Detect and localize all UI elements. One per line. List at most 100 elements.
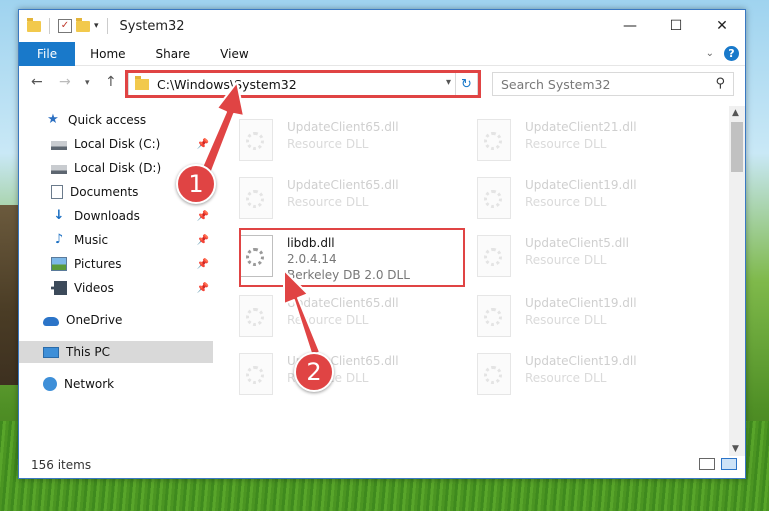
dll-file-icon — [239, 235, 273, 277]
sidebar-item-label: Pictures — [74, 257, 122, 271]
file-name: UpdateClient19.dll — [525, 354, 637, 368]
file-name: UpdateClient21.dll — [525, 120, 637, 134]
back-arrow-icon[interactable]: ← — [31, 74, 43, 90]
file-item[interactable]: UpdateClient65.dll Resource DLL — [233, 348, 458, 400]
pin-icon[interactable]: 📌 — [197, 235, 209, 246]
new-folder-icon[interactable] — [76, 17, 90, 32]
file-description: Resource DLL — [525, 371, 607, 385]
tab-file[interactable]: File — [19, 41, 76, 66]
sidebar-item-downloads[interactable]: ↓ Downloads 📌 — [19, 205, 213, 227]
dll-file-icon — [477, 177, 511, 219]
step-marker-2: 2 — [294, 352, 334, 392]
star-icon: ★ — [47, 112, 59, 127]
forward-arrow-icon[interactable]: → — [59, 74, 71, 90]
file-item[interactable]: UpdateClient65.dll Resource DLL — [233, 290, 458, 342]
sidebar-item-label: Network — [64, 377, 115, 391]
file-item[interactable]: UpdateClient65.dll Resource DLL — [233, 172, 458, 224]
file-item[interactable]: UpdateClient21.dll Resource DLL — [471, 114, 696, 166]
ribbon-right: ⌄ ? — [706, 46, 739, 61]
file-item[interactable]: UpdateClient65.dll Resource DLL — [233, 114, 458, 166]
file-item[interactable]: UpdateClient19.dll Resource DLL — [471, 348, 696, 400]
file-item[interactable]: UpdateClient19.dll Resource DLL — [471, 290, 696, 342]
refresh-icon[interactable]: ↻ — [455, 73, 477, 95]
scroll-up-icon[interactable]: ▲ — [732, 108, 739, 118]
search-icon[interactable]: ⚲ — [715, 76, 725, 91]
tab-share[interactable]: Share — [141, 47, 206, 61]
sidebar-item-music[interactable]: ♪ Music 📌 — [19, 229, 213, 251]
file-name: UpdateClient19.dll — [525, 178, 637, 192]
file-name: UpdateClient5.dll — [525, 236, 629, 250]
file-name: libdb.dll — [287, 236, 335, 250]
gear-icon — [246, 190, 264, 208]
drive-icon — [51, 164, 67, 174]
file-item[interactable]: UpdateClient5.dll Resource DLL — [471, 230, 696, 282]
vertical-scrollbar[interactable]: ▲ ▼ — [729, 106, 745, 456]
dll-file-icon — [239, 353, 273, 395]
customize-dropdown-icon[interactable]: ▾ — [94, 21, 99, 31]
address-bar[interactable]: C:\Windows\System32 ▾ ↻ — [128, 72, 478, 96]
navigation-pane: ★ Quick access Local Disk (C:) 📌 Local D… — [19, 106, 215, 456]
file-description: Resource DLL — [525, 137, 607, 151]
scrollbar-thumb[interactable] — [731, 122, 743, 172]
maximize-button[interactable]: ☐ — [653, 10, 699, 42]
folder-icon[interactable] — [27, 17, 41, 32]
chevron-down-icon[interactable]: ▾ — [446, 77, 451, 88]
file-item[interactable]: UpdateClient19.dll Resource DLL — [471, 172, 696, 224]
file-item-libdb[interactable]: libdb.dll 2.0.4.14 Berkeley DB 2.0 DLL — [233, 230, 458, 282]
network-icon — [43, 377, 57, 391]
properties-icon[interactable]: ✓ — [58, 19, 72, 33]
view-toggle — [699, 458, 737, 470]
pin-icon[interactable]: 📌 — [197, 139, 209, 150]
pictures-icon — [51, 257, 67, 271]
file-description: Resource DLL — [525, 253, 607, 267]
sidebar-item-pictures[interactable]: Pictures 📌 — [19, 253, 213, 275]
sidebar-item-label: Music — [74, 233, 109, 247]
sidebar-item-label: Quick access — [68, 113, 147, 127]
file-name: UpdateClient65.dll — [287, 178, 399, 192]
sidebar-item-videos[interactable]: Videos 📌 — [19, 277, 213, 299]
help-icon[interactable]: ? — [724, 46, 739, 61]
close-button[interactable]: ✕ — [699, 10, 745, 42]
address-path[interactable]: C:\Windows\System32 — [157, 77, 297, 92]
music-note-icon: ♪ — [54, 232, 64, 247]
tab-home[interactable]: Home — [75, 47, 140, 61]
recent-locations-icon[interactable]: ▾ — [85, 78, 90, 88]
gear-icon — [484, 248, 502, 266]
gear-icon — [246, 366, 264, 384]
search-input[interactable]: Search System32 ⚲ — [492, 72, 734, 96]
sidebar-item-local-disk-c[interactable]: Local Disk (C:) 📌 — [19, 133, 213, 155]
pin-icon[interactable]: 📌 — [197, 259, 209, 270]
up-arrow-icon[interactable]: ↑ — [105, 74, 117, 90]
window-title: System32 — [119, 18, 185, 34]
minimize-button[interactable]: — — [607, 10, 653, 42]
dll-file-icon — [477, 119, 511, 161]
sidebar-item-quick-access[interactable]: ★ Quick access — [19, 109, 213, 131]
sidebar-item-label: Downloads — [74, 209, 140, 223]
details-view-icon[interactable] — [699, 458, 715, 470]
sidebar-item-label: Videos — [74, 281, 114, 295]
sidebar-item-onedrive[interactable]: OneDrive — [19, 309, 213, 331]
gear-icon — [484, 366, 502, 384]
large-icons-view-icon[interactable] — [721, 458, 737, 470]
gear-icon — [484, 190, 502, 208]
tab-view[interactable]: View — [205, 47, 263, 61]
pin-icon[interactable]: 📌 — [197, 283, 209, 294]
pin-icon[interactable]: 📌 — [197, 211, 209, 222]
expand-ribbon-icon[interactable]: ⌄ — [706, 48, 714, 59]
sidebar-item-label: Documents — [70, 185, 139, 199]
sidebar-item-network[interactable]: Network — [19, 373, 213, 395]
gear-icon — [246, 132, 264, 150]
file-name: UpdateClient19.dll — [525, 296, 637, 310]
sidebar-item-label: Local Disk (D:) — [74, 161, 162, 175]
sidebar-item-label: Local Disk (C:) — [74, 137, 161, 151]
sidebar-item-this-pc[interactable]: This PC — [19, 341, 213, 363]
divider — [49, 18, 50, 34]
drive-icon — [51, 140, 67, 150]
dll-file-icon — [239, 295, 273, 337]
title-bar: ✓ ▾ System32 — ☐ ✕ — [19, 10, 745, 42]
file-name: UpdateClient65.dll — [287, 296, 399, 310]
dll-file-icon — [477, 235, 511, 277]
window-controls: — ☐ ✕ — [607, 10, 745, 42]
file-description: Resource DLL — [287, 313, 369, 327]
file-list: UpdateClient65.dll Resource DLL UpdateCl… — [233, 106, 729, 456]
